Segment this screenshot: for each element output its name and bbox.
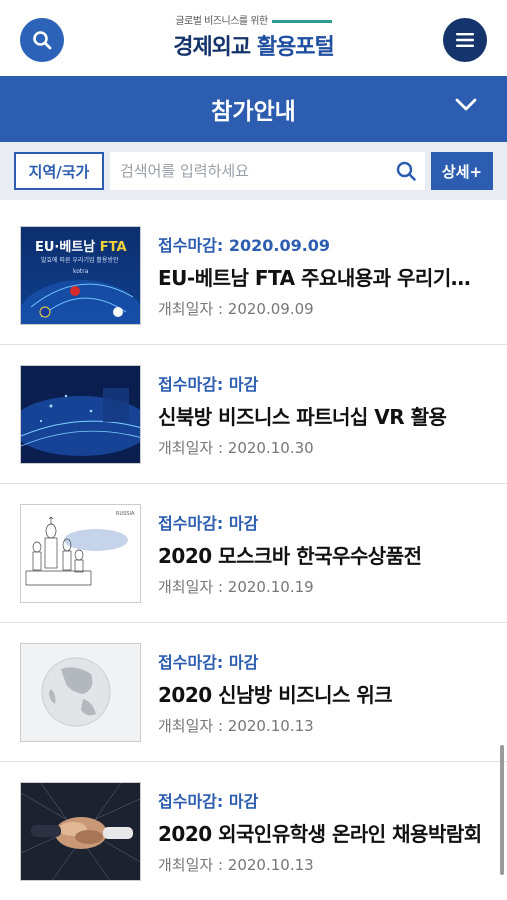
event-date: 개최일자 : 2020.09.09 [158,299,314,318]
search-bar: 지역/국가 상세+ [0,142,507,200]
event-list: EU·베트남 FTA 발효에 따른 우리기업 활용방안 kotra 접수마감: … [0,200,507,900]
scrollbar[interactable] [500,745,504,875]
event-date: 개최일자 : 2020.10.13 [158,855,314,874]
chevron-down-icon[interactable] [455,98,477,112]
svg-text:RUSSIA: RUSSIA [116,511,135,517]
deadline-label: 접수마감: 마감 [158,791,259,811]
deadline-label: 접수마감: 2020.09.09 [158,235,331,255]
event-date: 개최일자 : 2020.10.13 [158,716,314,735]
event-title[interactable]: EU-베트남 FTA 주요내용과 우리기업 활용방안 [158,262,488,291]
region-country-button[interactable]: 지역/국가 [14,152,104,190]
svg-text:EU·베트남 FTA: EU·베트남 FTA [35,239,127,255]
list-item[interactable]: 접수마감: 마감 신북방 비즈니스 파트너십 VR 활용 개최일자 : 2020… [0,345,507,484]
section-title-bar[interactable]: 참가안내 [0,76,507,142]
hamburger-menu-icon [456,33,474,47]
event-thumbnail: EU·베트남 FTA 발효에 따른 우리기업 활용방안 kotra [20,225,141,325]
search-icon[interactable] [395,160,417,182]
deadline-label: 접수마감: 마감 [158,374,259,394]
event-title[interactable]: 2020 외국인유학생 온라인 채용박람회 [158,818,488,847]
logo-subtitle: 글로벌 비즈니스를 위한 [175,16,268,27]
logo-title-part1: 경제외교 [173,35,257,60]
event-thumbnail [20,781,141,881]
event-title[interactable]: 신북방 비즈니스 파트너십 VR 활용 [158,401,488,430]
logo-title-part2: 활용포털 [256,35,335,60]
event-thumbnail [20,364,141,464]
deadline-label: 접수마감: 마감 [158,652,259,672]
event-title[interactable]: 2020 모스크바 한국우수상품전 [158,540,488,569]
svg-text:발효에 따른 우리기업 활용방안: 발효에 따른 우리기업 활용방안 [41,256,119,264]
event-thumbnail [20,642,141,742]
logo-accent-line [271,19,332,23]
detail-search-button[interactable]: 상세+ [431,152,493,190]
menu-button[interactable] [443,18,487,62]
event-date: 개최일자 : 2020.10.19 [158,577,314,596]
app-header: 글로벌 비즈니스를 위한 경제외교 활용포털 [0,0,507,76]
event-title[interactable]: 2020 신남방 비즈니스 위크 [158,679,488,708]
event-date: 개최일자 : 2020.10.30 [158,438,314,457]
search-input[interactable] [120,162,395,180]
list-item[interactable]: EU·베트남 FTA 발효에 따른 우리기업 활용방안 kotra 접수마감: … [0,206,507,345]
portal-logo[interactable]: 글로벌 비즈니스를 위한 경제외교 활용포털 [0,12,507,61]
search-field[interactable] [110,152,425,190]
svg-text:kotra: kotra [73,268,89,275]
list-item[interactable]: RUSSIA 접수마감: 마감 2020 모스크바 한국우수상품전 개최일자 :… [0,484,507,623]
deadline-label: 접수마감: 마감 [158,513,259,533]
list-item[interactable]: 접수마감: 마감 2020 신남방 비즈니스 위크 개최일자 : 2020.10… [0,623,507,762]
event-thumbnail: RUSSIA [20,503,141,603]
list-item[interactable]: 접수마감: 마감 2020 외국인유학생 온라인 채용박람회 개최일자 : 20… [0,762,507,900]
page-title: 참가안내 [211,99,296,125]
